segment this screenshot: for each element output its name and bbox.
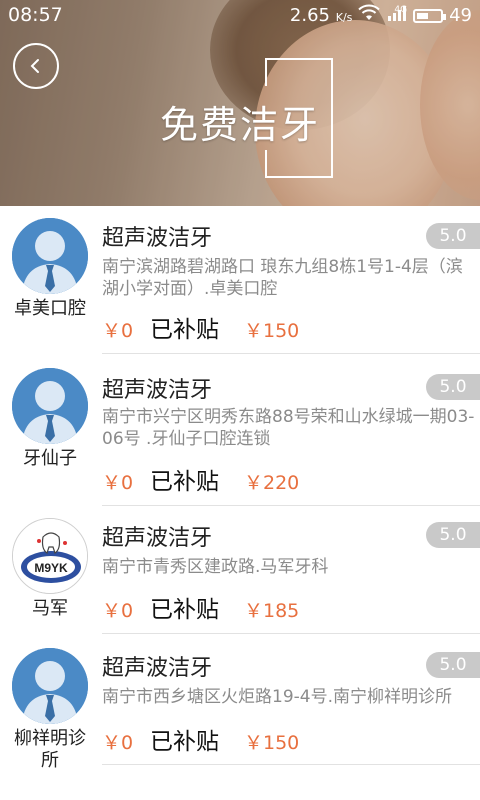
battery-level: 49 (449, 5, 472, 26)
list-item[interactable]: M9YK 马军 超声波洁牙 5.0 南宁市青秀区建政路.马军牙科 ￥0 已补贴 … (0, 506, 480, 634)
avatar (12, 218, 88, 294)
list-item[interactable]: 柳祥明诊所 超声波洁牙 5.0 南宁市西乡塘区火炬路19-4号.南宁柳祥明诊所 … (0, 634, 480, 800)
chevron-left-icon (30, 59, 39, 73)
original-price: ￥220 (244, 472, 300, 494)
current-price: ￥0 (102, 600, 134, 622)
original-price: ￥150 (244, 732, 300, 754)
original-price: ￥185 (244, 600, 300, 622)
clinic-name: 牙仙子 (23, 448, 77, 469)
page-title: 免费洁牙 (159, 103, 320, 147)
wifi-icon (358, 4, 381, 27)
rating-badge: 5.0 (426, 223, 480, 249)
clinic-address: 南宁市西乡塘区火炬路19-4号.南宁柳祥明诊所 (102, 687, 452, 707)
avatar (12, 648, 88, 724)
rating-badge: 5.0 (426, 374, 480, 400)
rating-badge: 5.0 (426, 652, 480, 678)
network-speed-value: 2.65 (289, 5, 330, 26)
list-item[interactable]: 牙仙子 超声波洁牙 5.0 南宁市兴宁区明秀东路88号荣和山水绿城一期03-06… (0, 354, 480, 506)
service-name: 超声波洁牙 (102, 526, 213, 551)
user-avatar-icon (12, 648, 88, 724)
status-time: 08:57 (8, 4, 63, 26)
subsidy-label: 已补贴 (150, 729, 219, 755)
clinic-address: 南宁滨湖路碧湖路口 琅东九组8栋1号1-4层（滨湖小学对面）.卓美口腔 (102, 257, 463, 299)
status-right-group: 2.65 K/s 4G 49 (290, 4, 472, 27)
original-price: ￥150 (244, 320, 300, 342)
price-line: ￥0 已补贴 ￥150 (102, 722, 299, 756)
current-price: ￥0 (102, 732, 134, 754)
list-item[interactable]: 卓美口腔 超声波洁牙 5.0 南宁滨湖路碧湖路口 琅东九组8栋1号1-4层（滨湖… (0, 206, 480, 354)
service-name: 超声波洁牙 (102, 226, 213, 251)
battery-fill (417, 12, 429, 19)
clinic-name: 卓美口腔 (14, 298, 86, 319)
back-button[interactable] (13, 43, 59, 89)
clinic-name: 柳祥明诊所 (14, 728, 86, 771)
clinic-logo: M9YK (12, 518, 88, 594)
current-price: ￥0 (102, 320, 134, 342)
rating-badge: 5.0 (426, 522, 480, 548)
subsidy-label: 已补贴 (150, 469, 219, 495)
user-avatar-icon (12, 368, 88, 444)
subsidy-label: 已补贴 (150, 317, 219, 343)
clinic-name: 马军 (32, 598, 68, 619)
status-bar: 08:57 2.65 K/s 4G 49 (0, 0, 480, 30)
service-name: 超声波洁牙 (102, 378, 213, 403)
dental-logo-icon: M9YK (13, 519, 87, 593)
service-name: 超声波洁牙 (102, 656, 213, 681)
price-line: ￥0 已补贴 ￥220 (102, 462, 299, 496)
avatar (12, 368, 88, 444)
clinic-address: 南宁市兴宁区明秀东路88号荣和山水绿城一期03-06号 .牙仙子口腔连锁 (102, 407, 475, 449)
network-type-label: 4G (394, 4, 408, 15)
hero-banner: 08:57 2.65 K/s 4G 49 免费洁牙 (0, 0, 480, 206)
divider (102, 764, 480, 765)
network-speed: 2.65 K/s (290, 5, 352, 26)
user-avatar-icon (12, 218, 88, 294)
network-speed-unit: K/s (335, 11, 353, 24)
price-line: ￥0 已补贴 ￥150 (102, 310, 299, 344)
current-price: ￥0 (102, 472, 134, 494)
subsidy-label: 已补贴 (150, 597, 219, 623)
clinic-list: 卓美口腔 超声波洁牙 5.0 南宁滨湖路碧湖路口 琅东九组8栋1号1-4层（滨湖… (0, 206, 480, 354)
clinic-address: 南宁市青秀区建政路.马军牙科 (102, 557, 329, 577)
clinic-logo-text: M9YK (34, 561, 68, 575)
battery-icon (413, 8, 447, 23)
price-line: ￥0 已补贴 ￥185 (102, 590, 299, 624)
